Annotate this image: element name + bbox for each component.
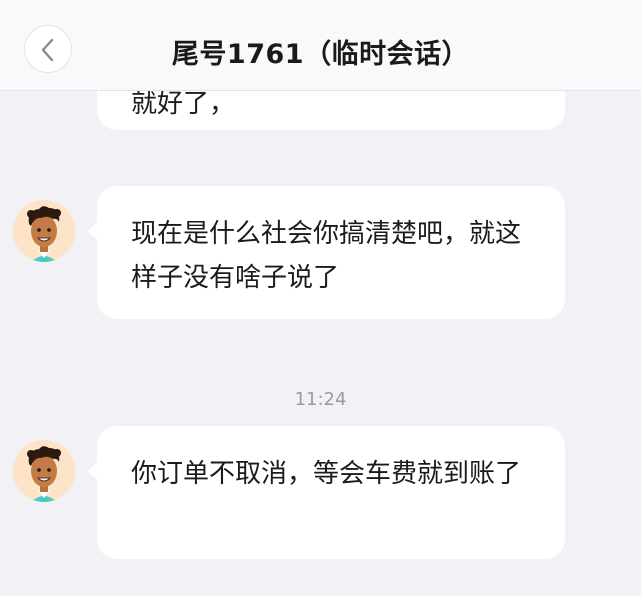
avatar[interactable]: [13, 440, 75, 502]
chevron-left-icon: [41, 38, 54, 62]
message-text: 现在是什么社会你搞清楚吧，就这样子没有啥子说了: [131, 219, 522, 293]
page-title: 尾号1761（临时会话）: [171, 39, 470, 70]
driver-avatar-icon: [13, 440, 75, 502]
bubble-tail: [87, 462, 98, 480]
avatar[interactable]: [13, 200, 75, 262]
driver-avatar-icon: [13, 200, 75, 262]
chat-header: 尾号1761（临时会话）: [0, 0, 641, 91]
message-timestamp: 11:24: [294, 389, 347, 410]
message-bubble[interactable]: 现在是什么社会你搞清楚吧，就这样子没有啥子说了: [87, 186, 565, 319]
bubble-tail: [87, 222, 98, 240]
back-button[interactable]: [24, 25, 72, 73]
message-bubble[interactable]: 你订单不取消，等会车费就到账了: [87, 426, 565, 559]
message-text: 你订单不取消，等会车费就到账了: [131, 459, 522, 489]
